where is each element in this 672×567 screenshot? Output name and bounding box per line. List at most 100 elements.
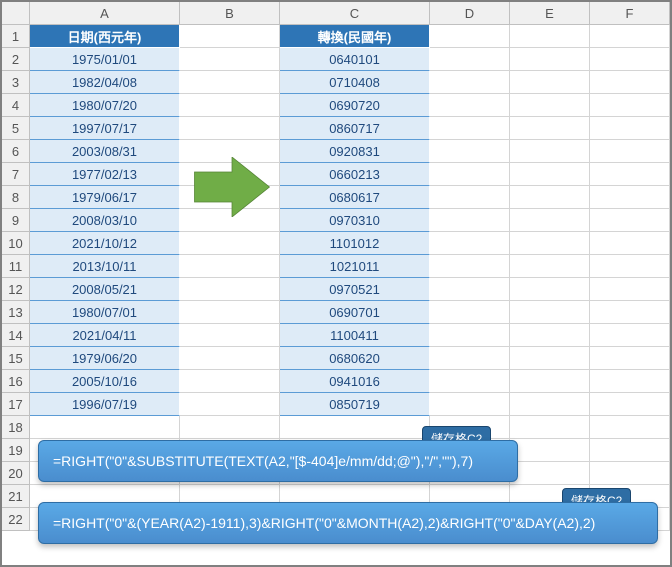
cell-d6[interactable] [430,140,510,163]
cell-a4[interactable]: 1980/07/20 [30,94,180,117]
row-header-7[interactable]: 7 [2,163,30,186]
cell-a8[interactable]: 1979/06/17 [30,186,180,209]
row-header-9[interactable]: 9 [2,209,30,232]
row-header-6[interactable]: 6 [2,140,30,163]
cell-c12[interactable]: 0970521 [280,278,430,301]
row-header-14[interactable]: 14 [2,324,30,347]
cell-f10[interactable] [590,232,670,255]
cell-e1[interactable] [510,25,590,48]
cell-d2[interactable] [430,48,510,71]
cell-b13[interactable] [180,301,280,324]
cell-b16[interactable] [180,370,280,393]
cell-f17[interactable] [590,393,670,416]
cell-c14[interactable]: 1100411 [280,324,430,347]
cell-b7[interactable] [180,163,280,186]
cell-b17[interactable] [180,393,280,416]
cell-c17[interactable]: 0850719 [280,393,430,416]
row-header-20[interactable]: 20 [2,462,30,485]
cell-a2[interactable]: 1975/01/01 [30,48,180,71]
row-header-1[interactable]: 1 [2,25,30,48]
cell-d15[interactable] [430,347,510,370]
cell-b4[interactable] [180,94,280,117]
cell-b3[interactable] [180,71,280,94]
cell-b8[interactable] [180,186,280,209]
cell-e5[interactable] [510,117,590,140]
row-header-10[interactable]: 10 [2,232,30,255]
cell-a7[interactable]: 1977/02/13 [30,163,180,186]
cell-b6[interactable] [180,140,280,163]
row-header-8[interactable]: 8 [2,186,30,209]
cell-c18[interactable] [280,416,430,439]
cell-e16[interactable] [510,370,590,393]
cell-f1[interactable] [590,25,670,48]
cell-f3[interactable] [590,71,670,94]
cell-f8[interactable] [590,186,670,209]
row-header-19[interactable]: 19 [2,439,30,462]
row-header-21[interactable]: 21 [2,485,30,508]
cell-e8[interactable] [510,186,590,209]
row-header-22[interactable]: 22 [2,508,30,531]
cell-b9[interactable] [180,209,280,232]
column-header-c[interactable]: C [280,2,430,25]
row-header-5[interactable]: 5 [2,117,30,140]
cell-f18[interactable] [590,416,670,439]
cell-f5[interactable] [590,117,670,140]
column-header-e[interactable]: E [510,2,590,25]
cell-b2[interactable] [180,48,280,71]
select-all-corner[interactable] [2,2,30,25]
cell-f12[interactable] [590,278,670,301]
cell-a10[interactable]: 2021/10/12 [30,232,180,255]
cell-f16[interactable] [590,370,670,393]
cell-a1[interactable]: 日期(西元年) [30,25,180,48]
cell-e11[interactable] [510,255,590,278]
cell-f13[interactable] [590,301,670,324]
cell-f7[interactable] [590,163,670,186]
column-header-a[interactable]: A [30,2,180,25]
column-header-f[interactable]: F [590,2,670,25]
cell-d3[interactable] [430,71,510,94]
cell-e20[interactable] [510,462,590,485]
row-header-15[interactable]: 15 [2,347,30,370]
cell-e3[interactable] [510,71,590,94]
cell-d11[interactable] [430,255,510,278]
cell-c4[interactable]: 0690720 [280,94,430,117]
cell-f9[interactable] [590,209,670,232]
cell-e15[interactable] [510,347,590,370]
cell-d17[interactable] [430,393,510,416]
cell-c3[interactable]: 0710408 [280,71,430,94]
cell-e14[interactable] [510,324,590,347]
cell-e13[interactable] [510,301,590,324]
row-header-17[interactable]: 17 [2,393,30,416]
cell-d13[interactable] [430,301,510,324]
cell-f14[interactable] [590,324,670,347]
cell-b15[interactable] [180,347,280,370]
cell-d9[interactable] [430,209,510,232]
cell-c16[interactable]: 0941016 [280,370,430,393]
cell-b11[interactable] [180,255,280,278]
cell-d8[interactable] [430,186,510,209]
cell-a15[interactable]: 1979/06/20 [30,347,180,370]
cell-d14[interactable] [430,324,510,347]
cell-e18[interactable] [510,416,590,439]
cell-e9[interactable] [510,209,590,232]
column-header-d[interactable]: D [430,2,510,25]
cell-a6[interactable]: 2003/08/31 [30,140,180,163]
cell-a16[interactable]: 2005/10/16 [30,370,180,393]
row-header-2[interactable]: 2 [2,48,30,71]
cell-e19[interactable] [510,439,590,462]
cell-e7[interactable] [510,163,590,186]
cell-a14[interactable]: 2021/04/11 [30,324,180,347]
cell-f11[interactable] [590,255,670,278]
cell-e17[interactable] [510,393,590,416]
cell-f2[interactable] [590,48,670,71]
cell-c6[interactable]: 0920831 [280,140,430,163]
cell-f4[interactable] [590,94,670,117]
cell-d12[interactable] [430,278,510,301]
cell-c9[interactable]: 0970310 [280,209,430,232]
cell-e12[interactable] [510,278,590,301]
row-header-11[interactable]: 11 [2,255,30,278]
cell-e4[interactable] [510,94,590,117]
cell-b1[interactable] [180,25,280,48]
cell-a12[interactable]: 2008/05/21 [30,278,180,301]
cell-b5[interactable] [180,117,280,140]
